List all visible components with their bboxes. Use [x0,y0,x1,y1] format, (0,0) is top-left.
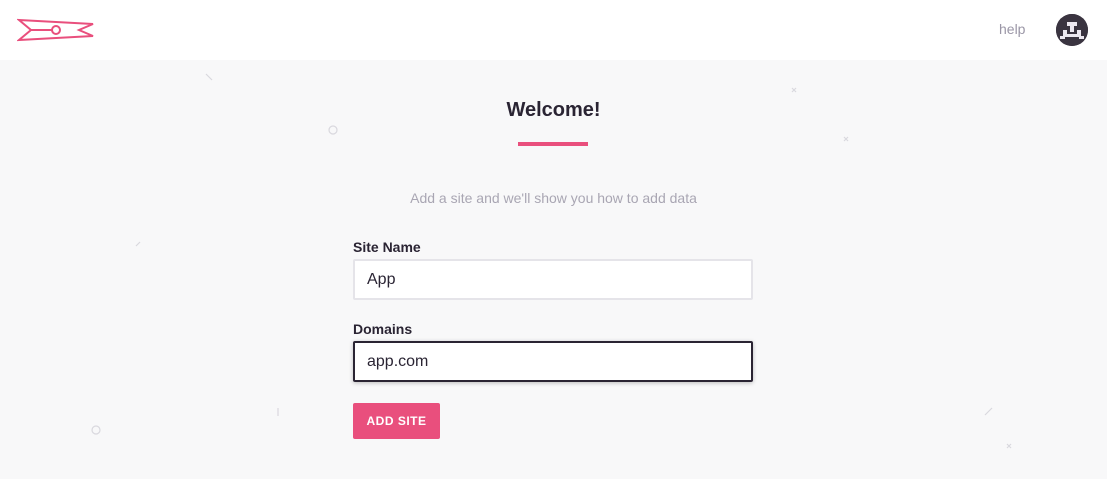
add-site-button[interactable]: ADD SITE [353,403,440,439]
user-avatar[interactable] [1056,14,1088,46]
page-title: Welcome! [506,99,601,121]
help-link[interactable]: help [999,21,1025,37]
top-navigation-bar: help [0,0,1107,60]
title-underline [518,142,588,146]
site-name-label: Site Name [353,239,421,255]
domains-input[interactable] [353,341,753,382]
domains-label: Domains [353,321,413,337]
page-subtitle: Add a site and we'll show you how to add… [410,190,697,206]
welcome-panel: Welcome! Add a site and we'll show you h… [0,60,1107,479]
site-name-input[interactable] [353,259,753,300]
clothespin-logo-icon[interactable] [17,16,95,44]
user-avatar-icon [1056,14,1088,46]
